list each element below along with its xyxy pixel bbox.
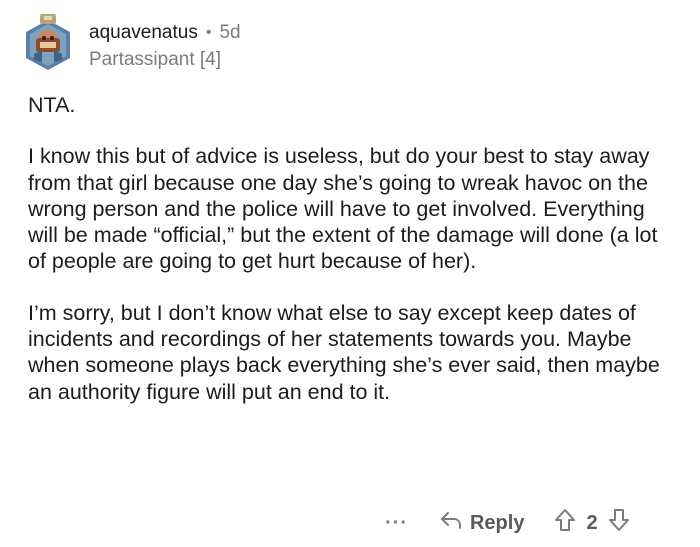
meta-line: aquavenatus • 5d (89, 21, 241, 45)
comment-paragraph: NTA. (28, 93, 76, 117)
username-link[interactable]: aquavenatus (89, 21, 198, 45)
reply-label: Reply (469, 511, 525, 534)
user-flair: Partassipant [4] (89, 49, 222, 70)
comment-body: NTA. I know this but of advice is useles… (28, 92, 678, 405)
more-options-button[interactable]: ··· (385, 513, 408, 533)
comment-paragraph: I know this but of advice is useless, bu… (28, 144, 658, 274)
comment-age[interactable]: 5d (219, 21, 240, 45)
upvote-icon[interactable] (554, 508, 576, 538)
comment-header: aquavenatus • 5d Partassipant [4] (22, 14, 241, 78)
vote-controls: 2 (554, 508, 629, 538)
comment-actions: ··· Reply 2 (385, 506, 630, 540)
meta-separator: • (205, 24, 212, 41)
avatar[interactable] (22, 14, 74, 76)
vote-score: 2 (586, 511, 598, 534)
reply-arrow-icon (440, 510, 470, 536)
comment-paragraph: I’m sorry, but I don’t know what else to… (28, 300, 660, 404)
comment-meta: aquavenatus • 5d Partassipant [4] (89, 21, 241, 72)
reply-button[interactable]: Reply (440, 510, 524, 536)
downvote-icon[interactable] (608, 508, 630, 538)
